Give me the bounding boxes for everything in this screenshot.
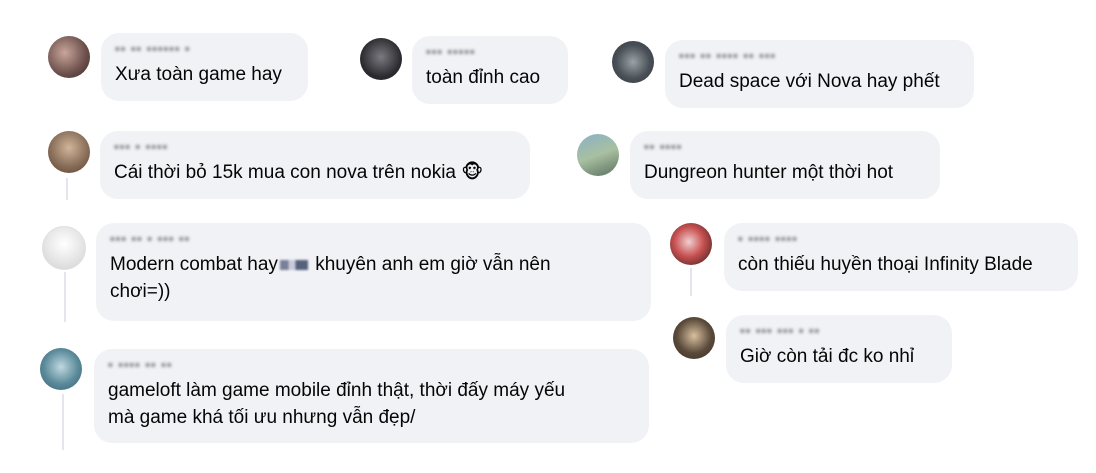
reply-thread-line <box>62 394 64 450</box>
reply-thread-line <box>690 268 692 296</box>
comment-bubble: ▪▪ ▪▪ ▪▪▪▪▪▪ ▪ Xưa toàn game hay <box>101 33 308 101</box>
commenter-name[interactable]: ▪▪▪ ▪▪▪▪▪ <box>426 44 556 59</box>
tagged-user-mention[interactable] <box>279 259 308 270</box>
comment-text: Dead space với Nova hay phết <box>679 71 940 92</box>
comment-text: còn thiếu huyền thoại Infinity Blade <box>738 254 1033 275</box>
commenter-avatar[interactable] <box>612 41 654 83</box>
reply-thread-line <box>66 178 68 200</box>
commenter-avatar[interactable] <box>48 131 90 173</box>
comment-text: Xưa toàn game hay <box>115 64 282 85</box>
commenter-name[interactable]: ▪ ▪▪▪▪ ▪▪▪▪ <box>738 231 1066 246</box>
commenter-avatar[interactable] <box>48 36 90 78</box>
commenter-name[interactable]: ▪▪▪ ▪▪ ▪▪▪▪ ▪▪ ▪▪▪ <box>679 48 962 63</box>
comment-bubble: ▪▪▪ ▪ ▪▪▪▪ Cái thời bỏ 15k mua con nova … <box>100 131 530 199</box>
commenter-name[interactable]: ▪▪▪ ▪ ▪▪▪▪ <box>114 139 518 154</box>
comment-bubble: ▪▪ ▪▪▪ ▪▪▪ ▪ ▪▪ Giờ còn tải đc ko nhỉ <box>726 315 952 383</box>
comment-text: gameloft làm game mobile đỉnh thật, thời… <box>108 380 566 428</box>
comment-text: Modern combat hay khuyên anh em giờ vẫn … <box>110 254 551 302</box>
commenter-avatar[interactable] <box>360 38 402 80</box>
comment-bubble: ▪ ▪▪▪▪ ▪▪▪▪ còn thiếu huyền thoại Infini… <box>724 223 1078 291</box>
comment-text: Dungreon hunter một thời hot <box>644 162 894 183</box>
comment-text: Giờ còn tải đc ko nhỉ <box>740 346 915 367</box>
commenter-name[interactable]: ▪▪ ▪▪▪▪ <box>644 139 928 154</box>
commenter-name[interactable]: ▪▪ ▪▪▪ ▪▪▪ ▪ ▪▪ <box>740 323 940 338</box>
commenter-avatar[interactable] <box>673 317 715 359</box>
reply-thread-line <box>64 272 66 322</box>
monkey-emoji-icon: 🐵 <box>461 162 484 183</box>
commenter-avatar[interactable] <box>40 348 82 390</box>
commenter-avatar[interactable] <box>670 223 712 265</box>
commenter-name[interactable]: ▪ ▪▪▪▪ ▪▪ ▪▪ <box>108 357 637 372</box>
comment-bubble: ▪▪▪ ▪▪ ▪ ▪▪▪ ▪▪ Modern combat hay khuyên… <box>96 223 651 321</box>
commenter-avatar[interactable] <box>42 226 86 270</box>
comment-bubble: ▪▪▪ ▪▪ ▪▪▪▪ ▪▪ ▪▪▪ Dead space với Nova h… <box>665 40 974 108</box>
comment-bubble: ▪▪▪ ▪▪▪▪▪ toàn đỉnh cao <box>412 36 568 104</box>
commenter-avatar[interactable] <box>577 134 619 176</box>
commenter-name[interactable]: ▪▪ ▪▪ ▪▪▪▪▪▪ ▪ <box>115 41 296 56</box>
comment-bubble: ▪ ▪▪▪▪ ▪▪ ▪▪ gameloft làm game mobile đỉ… <box>94 349 649 443</box>
comment-text: toàn đỉnh cao <box>426 67 541 88</box>
comment-text: Cái thời bỏ 15k mua con nova trên nokia … <box>114 162 484 183</box>
commenter-name[interactable]: ▪▪▪ ▪▪ ▪ ▪▪▪ ▪▪ <box>110 231 639 246</box>
comment-bubble: ▪▪ ▪▪▪▪ Dungreon hunter một thời hot <box>630 131 940 199</box>
